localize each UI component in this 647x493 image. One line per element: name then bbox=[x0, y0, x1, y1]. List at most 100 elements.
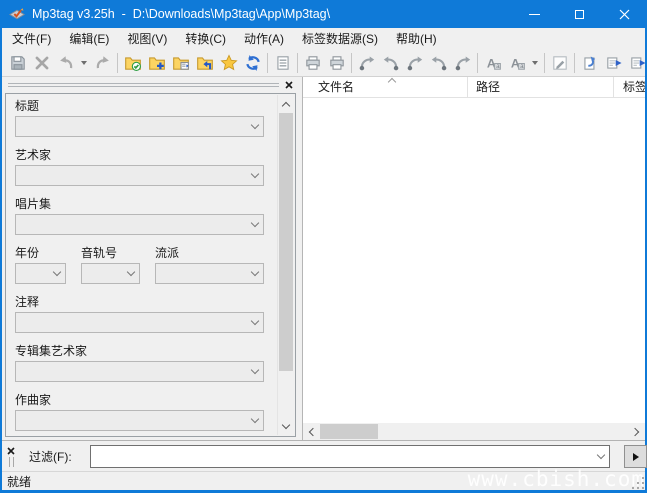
tag-panel: 标题 艺术家 唱片集 年份 音轨号 bbox=[5, 93, 296, 437]
undo-button[interactable] bbox=[55, 52, 76, 74]
menu-convert[interactable]: 转换(C) bbox=[176, 28, 235, 49]
field-label-albumartist: 专辑集艺术家 bbox=[15, 344, 264, 358]
file-list-body[interactable] bbox=[303, 98, 645, 423]
tag-panel-close-button[interactable] bbox=[279, 78, 299, 92]
tag-panel-header bbox=[2, 77, 299, 93]
convert-filename-tag-button[interactable] bbox=[627, 52, 645, 74]
actions-dropdown[interactable] bbox=[530, 52, 540, 74]
add-directory-button[interactable] bbox=[146, 52, 167, 74]
menu-help[interactable]: 帮助(H) bbox=[387, 28, 446, 49]
remove-icon bbox=[33, 54, 51, 72]
field-label-year: 年份 bbox=[15, 246, 66, 260]
column-header-tag[interactable]: 标签 bbox=[615, 77, 645, 98]
remove-button[interactable] bbox=[31, 52, 52, 74]
albumartist-combobox[interactable] bbox=[15, 361, 264, 382]
undo-history-dropdown[interactable] bbox=[79, 52, 89, 74]
file-list-header: 文件名 路径 标签 bbox=[303, 77, 645, 98]
tag-arrow-icon bbox=[406, 54, 424, 72]
column-header-path[interactable]: 路径 bbox=[469, 77, 614, 98]
resize-grip[interactable] bbox=[632, 477, 644, 489]
close-icon bbox=[7, 447, 15, 455]
star-icon bbox=[220, 54, 238, 72]
status-bar: 就绪 www.cbish.com bbox=[2, 471, 645, 490]
scroll-down-button[interactable] bbox=[278, 418, 294, 435]
tag-copy-button[interactable] bbox=[380, 52, 401, 74]
field-label-artist: 艺术家 bbox=[15, 148, 264, 162]
filter-close-button[interactable] bbox=[7, 444, 15, 458]
scroll-left-button[interactable] bbox=[303, 423, 320, 440]
genre-combobox[interactable] bbox=[155, 263, 264, 284]
move-files-button[interactable] bbox=[194, 52, 215, 74]
letter-a-icon: Aa bbox=[484, 54, 502, 72]
window-title: Mp3tag v3.25h - D:\Downloads\Mp3tag\App\… bbox=[32, 7, 330, 21]
close-button[interactable] bbox=[602, 0, 647, 28]
case-conversion-button[interactable]: Aa bbox=[482, 52, 503, 74]
tag-cut-button[interactable] bbox=[356, 52, 377, 74]
menu-tag-sources[interactable]: 标签数据源(S) bbox=[293, 28, 387, 49]
scroll-up-button[interactable] bbox=[278, 95, 294, 112]
title-combobox[interactable] bbox=[15, 116, 264, 137]
folder-playlist-icon bbox=[172, 54, 190, 72]
chevron-down-icon bbox=[81, 61, 87, 65]
filter-label: 过滤(F): bbox=[29, 441, 72, 472]
filter-grip bbox=[9, 457, 14, 467]
minimize-button[interactable] bbox=[512, 0, 557, 28]
maximize-button[interactable] bbox=[557, 0, 602, 28]
status-text: 就绪 bbox=[7, 473, 31, 490]
tag-paste-button[interactable] bbox=[404, 52, 425, 74]
menu-actions[interactable]: 动作(A) bbox=[235, 28, 293, 49]
composer-combobox[interactable] bbox=[15, 410, 264, 431]
refresh-button[interactable] bbox=[242, 52, 263, 74]
scrollbar-thumb[interactable] bbox=[320, 424, 378, 439]
menu-view[interactable]: 视图(V) bbox=[118, 28, 176, 49]
minimize-icon bbox=[529, 14, 540, 15]
tag-restore-button[interactable] bbox=[452, 52, 473, 74]
redo-button[interactable] bbox=[92, 52, 113, 74]
print-preview-button[interactable] bbox=[326, 52, 347, 74]
close-icon bbox=[285, 81, 293, 89]
chevron-up-icon bbox=[282, 101, 290, 109]
redo-icon bbox=[94, 54, 112, 72]
convert-tag-filename-button[interactable] bbox=[603, 52, 624, 74]
year-combobox[interactable] bbox=[15, 263, 66, 284]
refresh-icon bbox=[244, 54, 262, 72]
svg-text:a: a bbox=[496, 63, 500, 70]
export-button[interactable] bbox=[579, 52, 600, 74]
scrollbar-thumb[interactable] bbox=[279, 113, 293, 371]
menu-file[interactable]: 文件(F) bbox=[3, 28, 60, 49]
tag-remove-button[interactable] bbox=[428, 52, 449, 74]
favorites-button[interactable] bbox=[218, 52, 239, 74]
chevron-down-icon bbox=[592, 456, 609, 458]
toolbar-separator bbox=[267, 53, 268, 73]
export-icon bbox=[581, 54, 599, 72]
save-icon bbox=[9, 54, 27, 72]
tag-panel-grip[interactable] bbox=[8, 83, 279, 87]
album-combobox[interactable] bbox=[15, 214, 264, 235]
menu-edit[interactable]: 编辑(E) bbox=[60, 28, 118, 49]
file-list-hscrollbar[interactable] bbox=[303, 423, 645, 440]
change-directory-button[interactable] bbox=[122, 52, 143, 74]
menu-bar: 文件(F) 编辑(E) 视图(V) 转换(C) 动作(A) 标签数据源(S) 帮… bbox=[2, 28, 645, 49]
tag-arrow-icon bbox=[454, 54, 472, 72]
folder-check-icon bbox=[124, 54, 142, 72]
column-header-filename[interactable]: 文件名 bbox=[303, 77, 468, 98]
edit-tag-button[interactable] bbox=[549, 52, 570, 74]
chevron-down-icon bbox=[246, 420, 263, 422]
tag-panel-scrollbar[interactable] bbox=[277, 95, 294, 435]
filter-apply-button[interactable] bbox=[624, 445, 647, 468]
filter-input[interactable] bbox=[91, 446, 592, 467]
convert-icon bbox=[629, 54, 646, 72]
track-combobox[interactable] bbox=[81, 263, 140, 284]
file-list: 文件名 路径 标签 bbox=[302, 77, 645, 440]
toolbar-separator bbox=[544, 53, 545, 73]
actions-button[interactable]: Aa bbox=[506, 52, 527, 74]
extended-tags-button[interactable] bbox=[272, 52, 293, 74]
playlist-button[interactable] bbox=[170, 52, 191, 74]
comment-combobox[interactable] bbox=[15, 312, 264, 333]
save-button[interactable] bbox=[7, 52, 28, 74]
scroll-right-button[interactable] bbox=[628, 423, 645, 440]
print-button[interactable] bbox=[302, 52, 323, 74]
title-bar: Mp3tag v3.25h - D:\Downloads\Mp3tag\App\… bbox=[0, 0, 647, 28]
artist-combobox[interactable] bbox=[15, 165, 264, 186]
chevron-down-icon bbox=[282, 420, 290, 428]
